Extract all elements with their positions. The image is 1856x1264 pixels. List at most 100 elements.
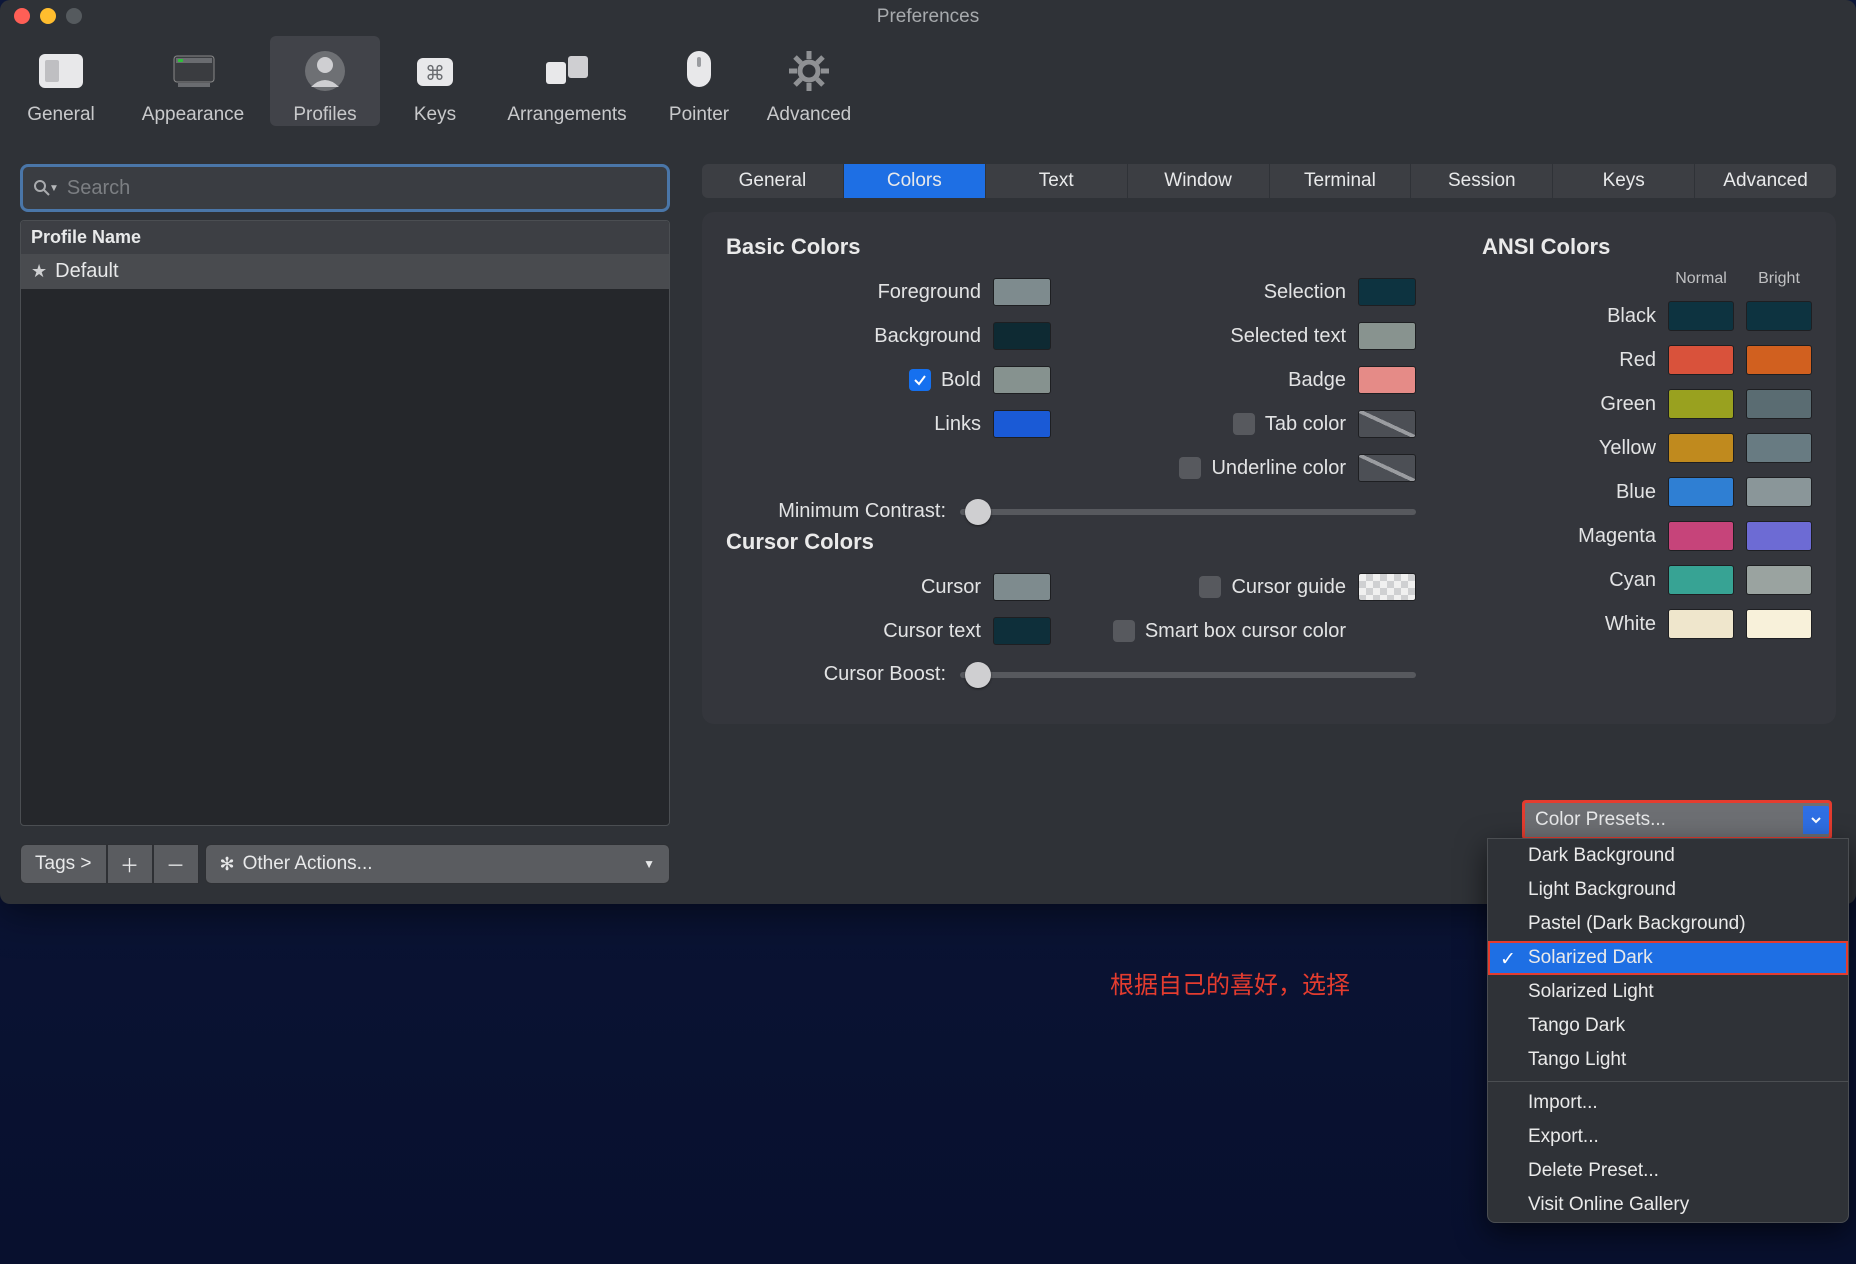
toolbar-item-general[interactable]: General	[6, 36, 116, 126]
preset-dark-background[interactable]: Dark Background	[1488, 839, 1848, 873]
label-magenta: Magenta	[1482, 525, 1656, 548]
label-white: White	[1482, 613, 1656, 636]
checkbox-cursor-guide[interactable]	[1199, 576, 1221, 598]
preset-solarized-light[interactable]: Solarized Light	[1488, 975, 1848, 1009]
toolbar-item-arrangements[interactable]: Arrangements	[490, 36, 644, 126]
swatch-badge[interactable]	[1358, 366, 1416, 394]
search-input[interactable]	[65, 176, 657, 201]
profiles-icon	[298, 44, 352, 98]
basic-colors-title: Basic Colors	[726, 234, 1416, 260]
colors-panel: Basic Colors Foreground Background Bold …	[702, 212, 1836, 724]
toolbar-item-advanced[interactable]: Advanced	[754, 36, 864, 126]
label-blue: Blue	[1482, 481, 1656, 504]
label-red: Red	[1482, 349, 1656, 372]
subtab-window[interactable]: Window	[1128, 164, 1270, 198]
switch-icon	[34, 44, 88, 98]
swatch-black-normal[interactable]	[1668, 301, 1734, 331]
chevron-down-icon: ▼	[643, 857, 655, 871]
swatch-background[interactable]	[993, 322, 1051, 350]
label-selected-text: Selected text	[1091, 325, 1346, 348]
preset-tango-dark[interactable]: Tango Dark	[1488, 1009, 1848, 1043]
swatch-cyan-normal[interactable]	[1668, 565, 1734, 595]
swatch-cursor[interactable]	[993, 573, 1051, 601]
search-field[interactable]: ▼	[20, 164, 670, 212]
swatch-underline-color[interactable]	[1358, 454, 1416, 482]
subtab-text[interactable]: Text	[986, 164, 1128, 198]
label-smart-box-cursor: Smart box cursor color	[1145, 620, 1346, 643]
swatch-green-bright[interactable]	[1746, 389, 1812, 419]
label-links: Links	[726, 413, 981, 436]
star-icon: ★	[31, 261, 47, 282]
toolbar-item-pointer[interactable]: Pointer	[644, 36, 754, 126]
appearance-icon	[166, 44, 220, 98]
tags-button[interactable]: Tags >	[20, 844, 107, 884]
label-bold: Bold	[941, 369, 981, 392]
swatch-magenta-normal[interactable]	[1668, 521, 1734, 551]
swatch-yellow-bright[interactable]	[1746, 433, 1812, 463]
remove-profile-button[interactable]: －	[153, 844, 199, 884]
swatch-blue-normal[interactable]	[1668, 477, 1734, 507]
preset-tango-light[interactable]: Tango Light	[1488, 1043, 1848, 1077]
subtab-general[interactable]: General	[702, 164, 844, 198]
preset-import[interactable]: Import...	[1488, 1086, 1848, 1120]
label-tab-color: Tab color	[1265, 413, 1346, 436]
checkbox-smart-box-cursor[interactable]	[1113, 620, 1135, 642]
preset-export[interactable]: Export...	[1488, 1120, 1848, 1154]
swatch-selection[interactable]	[1358, 278, 1416, 306]
slider-min-contrast[interactable]	[960, 509, 1416, 515]
subtab-keys[interactable]: Keys	[1553, 164, 1695, 198]
swatch-tab-color[interactable]	[1358, 410, 1416, 438]
swatch-green-normal[interactable]	[1668, 389, 1734, 419]
swatch-cursor-guide[interactable]	[1358, 573, 1416, 601]
subtab-colors[interactable]: Colors	[844, 164, 986, 198]
other-actions-dropdown[interactable]: ✻Other Actions... ▼	[205, 844, 670, 884]
titlebar: Preferences	[0, 0, 1856, 32]
ansi-col-normal: Normal	[1668, 270, 1734, 288]
swatch-foreground[interactable]	[993, 278, 1051, 306]
subtab-terminal[interactable]: Terminal	[1270, 164, 1412, 198]
swatch-yellow-normal[interactable]	[1668, 433, 1734, 463]
profile-row-default[interactable]: ★ Default	[21, 254, 669, 289]
checkbox-bold[interactable]	[909, 369, 931, 391]
swatch-cursor-text[interactable]	[993, 617, 1051, 645]
swatch-white-normal[interactable]	[1668, 609, 1734, 639]
slider-cursor-boost[interactable]	[960, 672, 1416, 678]
swatch-black-bright[interactable]	[1746, 301, 1812, 331]
preset-pastel-dark[interactable]: Pastel (Dark Background)	[1488, 907, 1848, 941]
gear-icon: ✻	[220, 854, 235, 875]
swatch-blue-bright[interactable]	[1746, 477, 1812, 507]
swatch-red-bright[interactable]	[1746, 345, 1812, 375]
swatch-selected-text[interactable]	[1358, 322, 1416, 350]
checkbox-underline-color[interactable]	[1179, 457, 1201, 479]
minus-icon: －	[166, 851, 185, 878]
profile-name: Default	[55, 260, 118, 283]
preset-solarized-dark[interactable]: ✓Solarized Dark	[1488, 941, 1848, 975]
add-profile-button[interactable]: ＋	[107, 844, 153, 884]
subtab-advanced[interactable]: Advanced	[1695, 164, 1836, 198]
tag-bar: Tags > ＋ － ✻Other Actions... ▼	[20, 844, 670, 884]
preset-visit-gallery[interactable]: Visit Online Gallery	[1488, 1188, 1848, 1222]
toolbar-item-keys[interactable]: ⌘ Keys	[380, 36, 490, 126]
checkbox-tab-color[interactable]	[1233, 413, 1255, 435]
toolbar-item-appearance[interactable]: Appearance	[116, 36, 270, 126]
swatch-magenta-bright[interactable]	[1746, 521, 1812, 551]
color-presets-dropdown[interactable]: Color Presets...	[1522, 800, 1832, 840]
menu-divider	[1488, 1081, 1848, 1082]
toolbar-item-profiles[interactable]: Profiles	[270, 36, 380, 126]
chevron-down-icon	[1803, 806, 1829, 834]
swatch-cyan-bright[interactable]	[1746, 565, 1812, 595]
swatch-bold[interactable]	[993, 366, 1051, 394]
pointer-icon	[672, 44, 726, 98]
label-cursor-boost: Cursor Boost:	[726, 663, 946, 686]
label-cursor-guide: Cursor guide	[1231, 576, 1346, 599]
preset-light-background[interactable]: Light Background	[1488, 873, 1848, 907]
swatch-red-normal[interactable]	[1668, 345, 1734, 375]
window-title: Preferences	[0, 6, 1856, 28]
arrangements-icon	[540, 44, 594, 98]
swatch-links[interactable]	[993, 410, 1051, 438]
swatch-white-bright[interactable]	[1746, 609, 1812, 639]
label-badge: Badge	[1091, 369, 1346, 392]
profile-list: Profile Name ★ Default	[20, 220, 670, 826]
preset-delete[interactable]: Delete Preset...	[1488, 1154, 1848, 1188]
subtab-session[interactable]: Session	[1411, 164, 1553, 198]
